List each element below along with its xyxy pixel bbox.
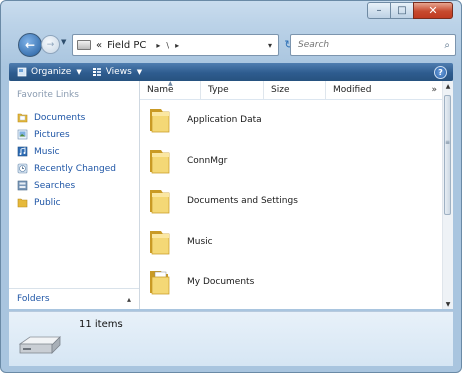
folder-icon bbox=[150, 230, 170, 255]
views-label: Views bbox=[105, 67, 132, 77]
favorite-label: Public bbox=[34, 197, 61, 208]
file-name: Documents and Settings bbox=[187, 196, 298, 207]
organize-icon bbox=[17, 67, 27, 77]
command-bar: Organize ▼ Views ▼ ? bbox=[9, 63, 453, 81]
list-item[interactable]: ConnMgr bbox=[140, 141, 443, 182]
music-icon bbox=[17, 146, 28, 157]
minimize-button[interactable]: – bbox=[367, 2, 390, 19]
recent-pages-dropdown[interactable]: ▼ bbox=[61, 38, 66, 46]
favorite-links-list: Documents Pictures Music Recently Change… bbox=[17, 109, 116, 211]
address-bar[interactable]: « Field PC ▸ \ ▸ ▾ bbox=[72, 34, 279, 56]
views-button[interactable]: Views ▼ bbox=[92, 67, 142, 77]
explorer-window: – □ ✕ ← → ▼ « Field PC ▸ \ ▸ ▾ ↻ ⌕ bbox=[0, 0, 462, 373]
column-header-type[interactable]: Type bbox=[201, 81, 264, 99]
scroll-grip-icon: ≡ bbox=[445, 139, 451, 146]
navigation-bar: ← → ▼ « Field PC ▸ \ ▸ ▾ ↻ ⌕ bbox=[18, 33, 456, 57]
file-list: Application Data ConnMgr Documents and S… bbox=[140, 100, 443, 303]
folder-icon bbox=[150, 109, 170, 133]
breadcrumb-overflow[interactable]: « bbox=[96, 40, 102, 51]
column-header-label: Size bbox=[271, 85, 290, 95]
scroll-down-icon[interactable]: ▼ bbox=[443, 299, 453, 309]
favorite-documents[interactable]: Documents bbox=[17, 109, 116, 126]
documents-icon bbox=[17, 113, 28, 123]
breadcrumb-field-pc[interactable]: Field PC bbox=[107, 40, 146, 51]
views-icon bbox=[92, 68, 101, 76]
favorite-pictures[interactable]: Pictures bbox=[17, 126, 116, 143]
column-headers: ▲ Name Type Size Modified » bbox=[140, 81, 445, 100]
folder-icon bbox=[150, 190, 170, 214]
column-header-modified[interactable]: Modified bbox=[326, 81, 390, 99]
organize-dropdown-icon: ▼ bbox=[76, 68, 82, 76]
searches-icon bbox=[17, 180, 28, 191]
item-count: 11 items bbox=[79, 319, 123, 330]
column-header-size[interactable]: Size bbox=[264, 81, 326, 99]
favorite-label: Recently Changed bbox=[34, 163, 116, 174]
maximize-button[interactable]: □ bbox=[390, 2, 413, 19]
folder-icon bbox=[150, 149, 170, 174]
drive-icon bbox=[18, 336, 61, 354]
organize-button[interactable]: Organize ▼ bbox=[17, 67, 82, 77]
navigation-pane: Favorite Links Documents Pictures Music … bbox=[9, 81, 140, 309]
pictures-icon bbox=[17, 129, 28, 140]
breadcrumb-root[interactable]: \ bbox=[166, 41, 169, 50]
folders-toggle[interactable]: Folders ▴ bbox=[9, 288, 139, 309]
list-item[interactable]: Application Data bbox=[140, 100, 443, 141]
column-header-label: Type bbox=[208, 85, 229, 95]
address-dropdown[interactable]: ▾ bbox=[268, 41, 272, 50]
favorite-label: Pictures bbox=[34, 129, 70, 140]
file-name: Music bbox=[187, 236, 213, 247]
documents-folder-icon bbox=[150, 271, 170, 295]
column-header-label: Modified bbox=[333, 85, 372, 95]
organize-label: Organize bbox=[31, 67, 72, 77]
more-columns-button[interactable]: » bbox=[431, 85, 437, 95]
computer-icon bbox=[77, 40, 91, 50]
nav-buttons: ← → ▼ bbox=[18, 33, 70, 57]
file-name: My Documents bbox=[187, 277, 255, 288]
back-button[interactable]: ← bbox=[18, 33, 42, 57]
list-item[interactable]: My Documents bbox=[140, 262, 443, 303]
file-name: ConnMgr bbox=[187, 155, 228, 166]
file-name: Application Data bbox=[187, 115, 262, 126]
help-icon[interactable]: ? bbox=[434, 65, 447, 79]
favorite-label: Searches bbox=[34, 180, 76, 191]
close-button[interactable]: ✕ bbox=[413, 2, 453, 19]
favorite-label: Music bbox=[34, 146, 60, 157]
search-icon[interactable]: ⌕ bbox=[444, 40, 450, 51]
file-list-pane: ▲ Name Type Size Modified » Application … bbox=[140, 81, 453, 309]
details-pane: 11 items bbox=[9, 311, 453, 366]
favorite-label: Documents bbox=[34, 112, 86, 123]
favorite-links-heading: Favorite Links bbox=[17, 90, 79, 100]
favorite-recently-changed[interactable]: Recently Changed bbox=[17, 160, 116, 177]
column-header-name[interactable]: ▲ Name bbox=[140, 81, 201, 99]
folders-label: Folders bbox=[17, 294, 50, 304]
window-controls: – □ ✕ bbox=[367, 2, 453, 19]
search-box[interactable]: ⌕ bbox=[290, 34, 456, 56]
scroll-up-icon[interactable]: ▲ bbox=[443, 81, 453, 91]
list-item[interactable]: Documents and Settings bbox=[140, 181, 443, 222]
sort-arrow-icon: ▲ bbox=[168, 81, 173, 87]
public-icon bbox=[17, 198, 28, 208]
vertical-scrollbar[interactable]: ▲ ≡ ▼ bbox=[442, 81, 453, 309]
search-input[interactable] bbox=[296, 39, 430, 51]
breadcrumb-arrow-1[interactable]: ▸ bbox=[156, 41, 160, 50]
favorite-searches[interactable]: Searches bbox=[17, 177, 116, 194]
favorite-public[interactable]: Public bbox=[17, 194, 116, 211]
chevron-up-icon: ▴ bbox=[126, 294, 131, 304]
breadcrumb-arrow-2[interactable]: ▸ bbox=[175, 41, 179, 50]
favorite-music[interactable]: Music bbox=[17, 143, 116, 160]
forward-button[interactable]: → bbox=[41, 35, 60, 54]
recent-icon bbox=[17, 163, 28, 174]
list-item[interactable]: Music bbox=[140, 222, 443, 263]
views-dropdown-icon: ▼ bbox=[136, 68, 143, 76]
scrollbar-thumb[interactable] bbox=[444, 95, 451, 215]
